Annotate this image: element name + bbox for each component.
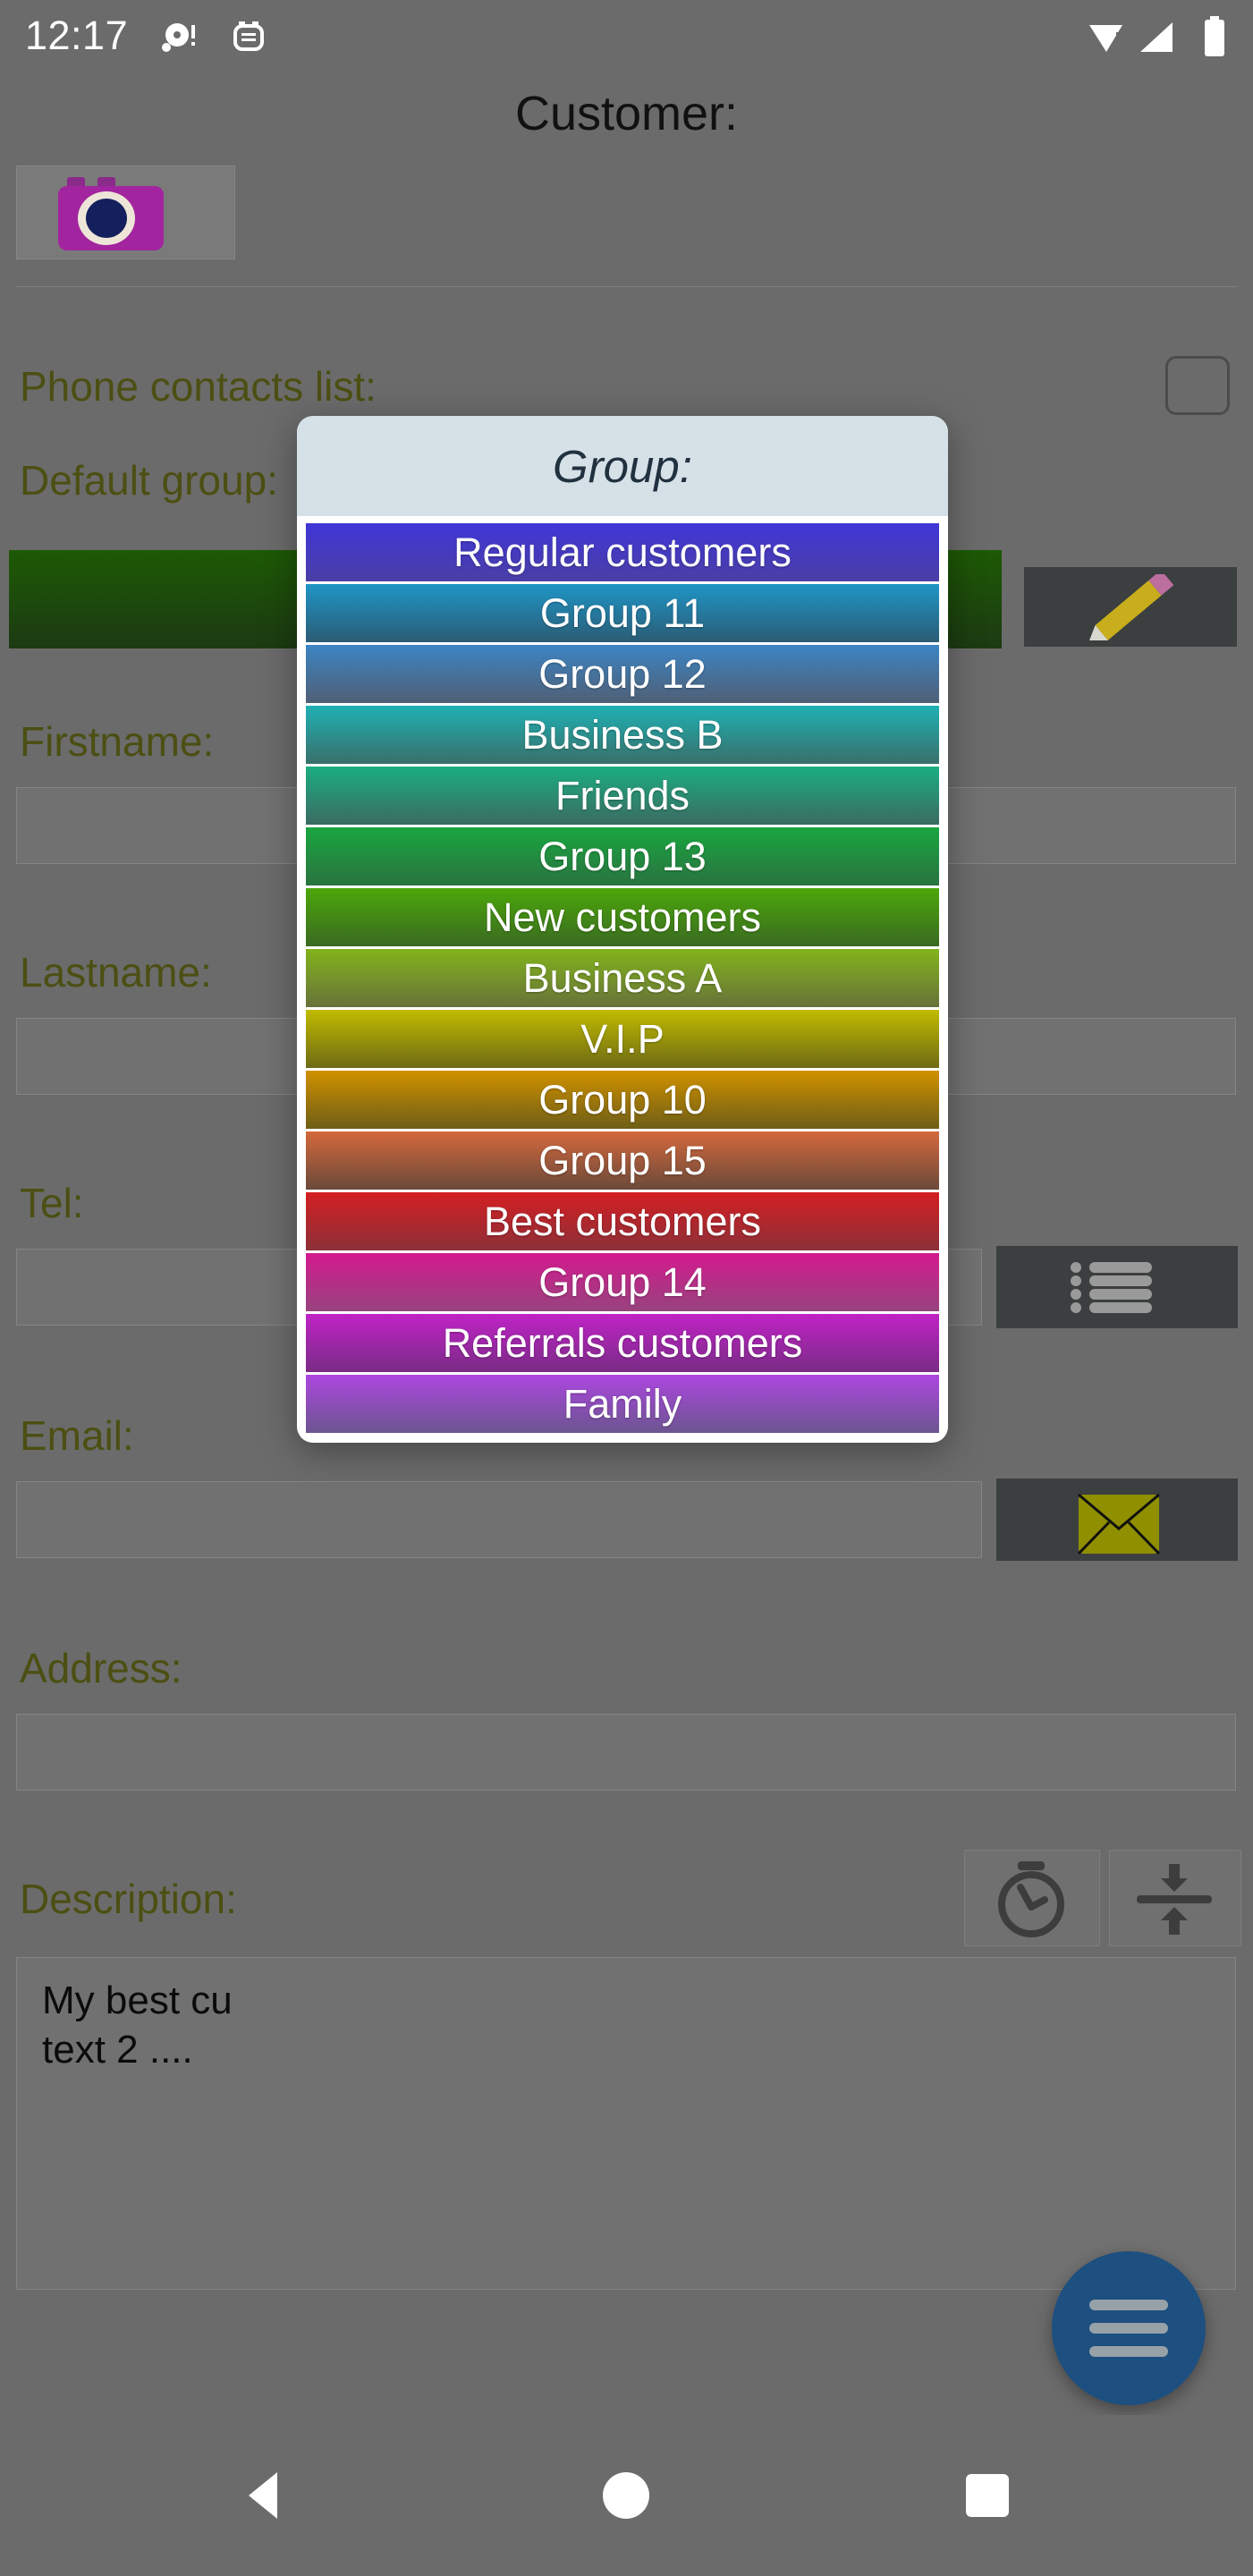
group-list-item-label: Group 11 [539,589,706,636]
group-list-item-label: Group 10 [538,1076,707,1123]
description-input[interactable]: My best cu text 2 .... [16,1957,1236,2290]
group-list-item[interactable]: Regular customers [306,523,939,581]
group-list-item-label: Group 15 [538,1137,707,1183]
label-tel: Tel: [20,1180,84,1226]
label-firstname: Firstname: [20,718,215,765]
dialog-header: Group: [297,416,948,516]
group-list-item[interactable]: Friends [306,767,939,825]
pencil-icon [1088,574,1174,640]
dialog-title: Group: [553,440,692,492]
record-dot-icon [162,23,195,52]
group-list-item-label: Friends [555,772,690,818]
group-picker-dialog: Group: Regular customers Group 11 Group 12… [297,416,948,1443]
page-title: Customer: [514,87,739,140]
phone-contacts-list-checkbox[interactable] [1165,356,1230,415]
group-list-item[interactable]: Family [306,1375,939,1433]
group-list-item-label: Best customers [483,1198,762,1244]
group-list-item[interactable]: Referrals customers [306,1314,939,1372]
group-list-item[interactable]: Group 12 [306,645,939,703]
group-list-item-label: Group 13 [538,833,707,879]
label-address: Address: [20,1645,182,1691]
group-list-item-label: V.I.P [580,1015,665,1062]
group-list-item-label: Business A [522,954,723,1001]
divider [16,286,1237,287]
group-list-item[interactable]: Business B [306,706,939,764]
group-list-item-label: New customers [483,894,762,940]
label-description: Description: [20,1876,237,1922]
group-list-item-label: Group 14 [538,1258,707,1305]
send-email-button[interactable] [996,1479,1238,1561]
alarm-icon [233,21,264,51]
group-list-item[interactable]: Group 13 [306,827,939,886]
pick-contact-button[interactable] [996,1246,1238,1328]
group-list-item[interactable]: New customers [306,888,939,946]
group-list-item-label: Group 12 [538,650,707,697]
edit-group-button[interactable] [1024,567,1237,647]
email-input[interactable] [16,1481,982,1558]
android-navigation-bar [0,2415,1253,2576]
label-phone-contacts-list: Phone contacts list: [20,363,377,410]
group-list-item-label: Family [563,1380,682,1427]
timer-icon [998,1861,1064,1937]
label-email: Email: [20,1412,134,1459]
group-list-item[interactable]: V.I.P [306,1010,939,1068]
group-list-item-label: Regular customers [453,529,792,575]
address-input[interactable] [16,1714,1236,1791]
mail-icon [1077,1493,1161,1555]
back-triangle-icon[interactable] [236,2467,293,2524]
menu-icon [1089,2300,1168,2357]
label-lastname: Lastname: [20,949,212,996]
menu-fab-button[interactable] [1052,2251,1206,2405]
group-list-item[interactable]: Group 15 [306,1131,939,1190]
status-bar: 12:17 [0,0,1253,68]
recent-square-icon[interactable] [959,2467,1016,2524]
battery-icon [1205,16,1224,56]
group-list-item-label: Business B [521,711,724,758]
signal-icon [1140,22,1173,52]
description-text: My best cu text 2 .... [42,1979,233,2072]
status-bar-clock: 12:17 [25,13,129,58]
group-list-item[interactable]: Best customers [306,1192,939,1250]
camera-icon [58,177,164,250]
group-list-item[interactable]: Business A [306,949,939,1007]
wifi-icon [1089,25,1122,52]
label-default-group: Default group: [20,457,278,504]
group-list-item[interactable]: Group 10 [306,1071,939,1129]
group-list-item-label: Referrals customers [442,1319,803,1366]
collapse-icon [1137,1864,1212,1935]
list-icon [1071,1262,1152,1313]
timer-button[interactable] [964,1850,1100,1946]
home-circle-icon[interactable] [597,2467,655,2524]
phone-screen: 12:17 Customer: Phone contacts list: Def… [0,0,1253,2576]
customer-photo-button[interactable] [16,165,235,259]
group-list: Regular customers Group 11 Group 12 Busines… [297,516,948,1433]
collapse-button[interactable] [1109,1850,1241,1946]
group-list-item[interactable]: Group 14 [306,1253,939,1311]
group-list-item[interactable]: Group 11 [306,584,939,642]
